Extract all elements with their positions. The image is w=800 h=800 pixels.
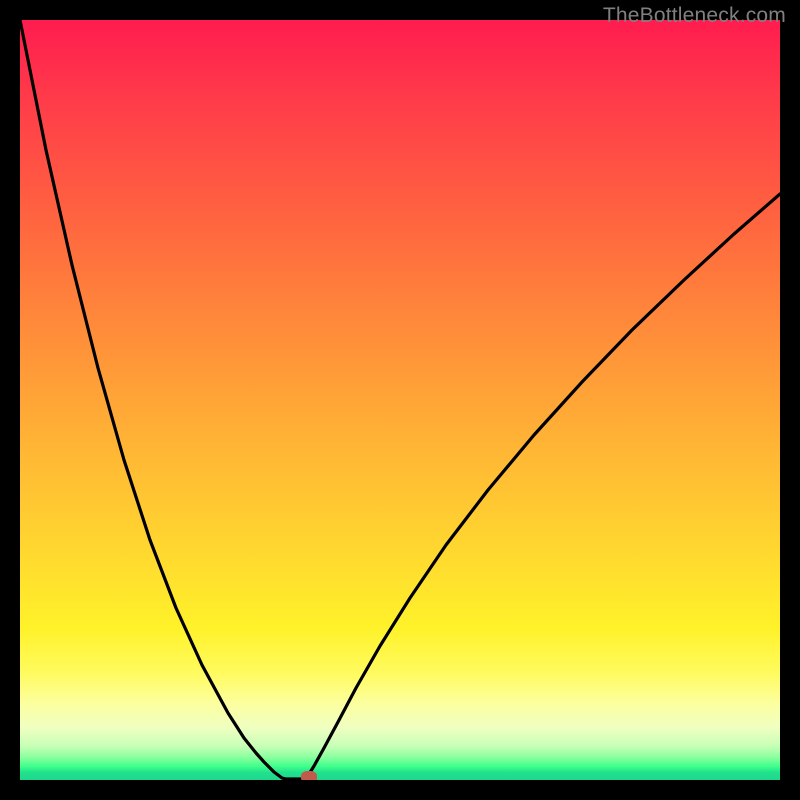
watermark-text: TheBottleneck.com — [603, 4, 786, 28]
plot-area — [20, 20, 780, 780]
chart-frame: TheBottleneck.com — [0, 0, 800, 800]
curve-path — [20, 20, 780, 779]
bottleneck-curve — [20, 20, 780, 780]
optimum-marker — [301, 771, 317, 780]
